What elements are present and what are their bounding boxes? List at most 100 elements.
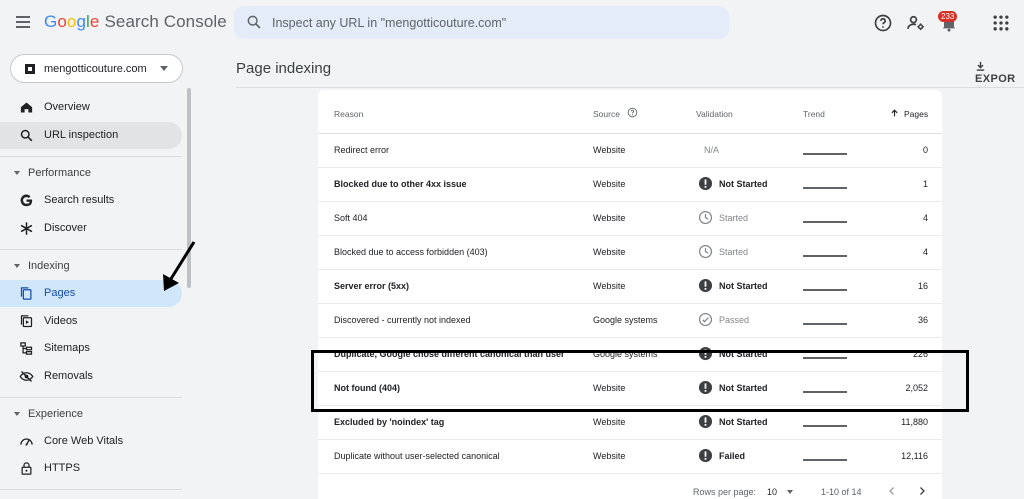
check-circle-icon [698,312,713,327]
sidebar-section-performance[interactable]: Performance [14,167,91,179]
search-icon [20,129,33,142]
table-row[interactable]: Soft 404 Website Started 4 [318,202,942,236]
asterisk-icon [20,222,33,235]
previous-page-icon[interactable] [886,485,898,497]
sidebar-item-label: Search results [44,194,115,206]
eye-off-icon [19,371,34,382]
logo-letter: o [57,12,67,31]
video-icon [20,315,33,328]
section-label: Experience [28,408,84,420]
validation-label: Not Started [719,417,768,427]
sidebar-item-core-web-vitals[interactable]: Core Web Vitals [0,428,182,455]
manage-users-icon[interactable] [906,13,926,33]
url-inspection-search[interactable] [234,6,729,39]
table-row[interactable]: Discovered - currently not indexed Google… [318,304,942,338]
pages-count-cell: 11,880 [901,417,928,427]
property-selector[interactable]: mengotticouture.com [10,54,183,83]
column-header-trend: Trend [803,109,825,119]
clock-icon [698,210,713,225]
sidebar-item-search-results[interactable]: Search results [0,187,182,214]
sidebar-item-overview[interactable]: Overview [0,94,182,121]
source-cell: Website [593,451,626,461]
source-cell: Google systems [593,315,658,325]
lock-icon [21,462,32,475]
sidebar-divider [0,156,182,157]
table-row[interactable]: Duplicate without user-selected canonica… [318,440,942,474]
collapse-triangle-icon [14,264,20,269]
rows-per-page-label: Rows per page: [693,487,757,497]
column-header-reason: Reason [334,109,364,119]
section-label: Indexing [28,260,70,272]
validation-label: Failed [719,451,746,461]
search-icon [247,15,261,29]
clock-icon [698,244,713,259]
source-cell: Website [593,417,626,427]
validation-label: N/A [704,145,720,155]
pages-icon [20,287,32,300]
column-header-pages[interactable]: Pages [904,109,928,119]
sidebar-item-label: URL inspection [44,129,119,141]
sidebar-item-url-inspection[interactable]: URL inspection [0,122,182,149]
product-name: Search Console [104,12,227,31]
table-header: Reason Source Validation Trend Pages [318,90,942,134]
top-bar: GoogleSearch Console 233 [0,0,1024,46]
export-button[interactable]: EXPOR [975,60,1024,85]
section-label: Performance [28,167,91,179]
page-title: Page indexing [236,60,332,77]
help-icon[interactable] [873,13,893,33]
warning-exclamation-icon [698,278,713,293]
reason-cell: Duplicate without user-selected canonica… [334,451,500,461]
help-icon[interactable] [627,107,638,118]
table-row[interactable]: Blocked due to access forbidden (403) Web… [318,236,942,270]
annotation-arrow [163,241,196,291]
table-row[interactable]: Server error (5xx) Website Not Started 16 [318,270,942,304]
logo-letter: e [89,12,100,31]
trend-sparkline [803,255,847,257]
pages-count-cell: 16 [917,281,928,291]
property-favicon [25,64,35,74]
arrow-up-icon[interactable] [890,108,899,118]
logo-letter: G [44,12,58,31]
reason-cell: Excluded by 'noindex' tag [334,417,445,427]
main-menu-button[interactable] [14,13,34,33]
trend-sparkline [803,221,847,223]
next-page-icon[interactable] [916,485,928,497]
menu-line [16,16,30,18]
menu-line [16,21,30,23]
sidebar-item-label: Pages [44,287,76,299]
search-console-logo[interactable]: Google Search Console [44,12,227,32]
table-row[interactable]: Redirect error Website N/A 0 [318,134,942,168]
property-name: mengotticouture.com [44,63,147,75]
sidebar-item-https[interactable]: HTTPS [0,455,182,482]
logo-letter: g [76,12,87,31]
sidebar-item-label: Sitemaps [44,342,90,354]
reason-cell: Blocked due to other 4xx issue [334,179,467,189]
sidebar-section-indexing[interactable]: Indexing [14,260,70,272]
source-cell: Website [593,281,626,291]
sidebar-item-label: Core Web Vitals [44,435,124,447]
sidebar-item-label: Removals [44,370,93,382]
pagination-range: 1-10 of 14 [821,487,862,497]
trend-sparkline [803,459,847,461]
rows-per-page-select[interactable]: 10 [767,487,777,497]
search-input[interactable] [272,13,712,32]
menu-line [16,26,30,28]
trend-sparkline [803,323,847,325]
column-header-source: Source [593,109,620,119]
sidebar-section-experience[interactable]: Experience [14,408,83,420]
sitemap-icon [20,342,33,355]
chevron-down-icon[interactable] [787,490,793,494]
sidebar-item-removals[interactable]: Removals [0,363,182,390]
sidebar-item-sitemaps[interactable]: Sitemaps [0,335,182,362]
warning-exclamation-icon [698,176,713,191]
google-g-icon [20,194,33,207]
trend-sparkline [803,153,847,155]
table-pagination: Rows per page: 10 1-10 of 14 [318,478,942,499]
table-row[interactable]: Blocked due to other 4xx issue Website Not… [318,168,942,202]
apps-grid-icon[interactable] [991,13,1011,33]
reason-cell: Redirect error [334,145,390,155]
validation-label: Started [719,247,749,257]
download-icon [976,61,985,71]
pages-count-cell: 0 [922,145,928,155]
sidebar-item-videos[interactable]: Videos [0,308,182,335]
